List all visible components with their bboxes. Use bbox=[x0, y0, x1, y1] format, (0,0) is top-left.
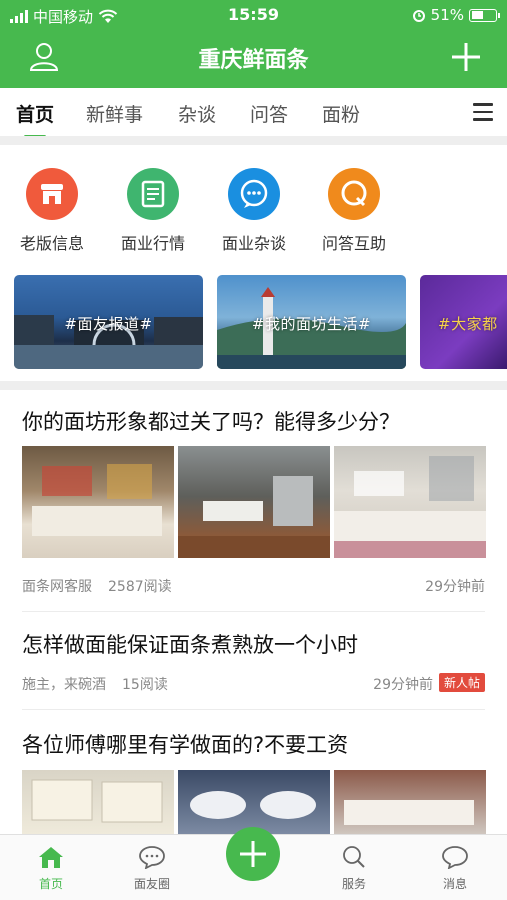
tab-news[interactable]: 新鲜事 bbox=[86, 100, 143, 127]
nav-circle[interactable]: 面友圈 bbox=[112, 845, 192, 892]
status-bar: 中国移动 15:59 51% bbox=[0, 0, 507, 30]
page-title: 重庆鲜面条 bbox=[198, 48, 309, 73]
banner-caption: #大家都 bbox=[438, 315, 498, 333]
nav-label: 消息 bbox=[442, 877, 467, 891]
article-time: 29分钟前 bbox=[373, 677, 433, 693]
tab-chat[interactable]: 杂谈 bbox=[178, 100, 216, 127]
search-icon bbox=[343, 846, 365, 868]
article-image[interactable] bbox=[22, 446, 174, 558]
nav-service[interactable]: 服务 bbox=[314, 845, 394, 892]
quick-label: 老版信息 bbox=[19, 234, 84, 253]
article-author: 施主，来碗酒 bbox=[22, 677, 106, 693]
article-title[interactable]: 你的面坊形象都过关了吗？能得多少分？ bbox=[22, 406, 400, 436]
tab-qa[interactable]: 问答 bbox=[250, 100, 288, 127]
article-meta: 面条网客服 2587阅读 bbox=[22, 576, 172, 596]
section-divider bbox=[0, 136, 507, 145]
plus-icon bbox=[240, 841, 266, 867]
article-reads: 2587阅读 bbox=[108, 579, 172, 595]
message-icon bbox=[442, 846, 468, 870]
home-icon bbox=[39, 847, 63, 868]
shop-icon bbox=[26, 168, 78, 220]
article-title[interactable]: 各位师傅哪里有学做面的?不要工资 bbox=[22, 729, 348, 759]
quick-label: 面业杂谈 bbox=[221, 234, 286, 253]
quick-label: 面业行情 bbox=[120, 234, 185, 253]
divider bbox=[22, 709, 485, 710]
article-image[interactable] bbox=[178, 446, 330, 558]
banner-member-report[interactable]: #面友报道# bbox=[14, 275, 203, 369]
banner-caption: #我的面坊生活# bbox=[251, 315, 372, 333]
category-tabs: 首页 新鲜事 杂谈 问答 面粉 bbox=[0, 88, 507, 138]
article-title[interactable]: 怎样做面能保证面条煮熟放一个小时 bbox=[22, 629, 358, 659]
notepad-icon bbox=[127, 168, 179, 220]
chat-bubble-icon bbox=[228, 168, 280, 220]
chat-icon bbox=[139, 846, 165, 870]
article-image[interactable] bbox=[334, 446, 486, 558]
quick-old-info[interactable]: 老版信息 bbox=[10, 168, 94, 254]
article-time: 29分钟前 bbox=[425, 579, 485, 595]
article-image[interactable] bbox=[178, 770, 330, 834]
article-image[interactable] bbox=[22, 770, 174, 834]
quick-entries: 老版信息 面业行情 面业杂谈 问答互助 bbox=[0, 168, 507, 258]
section-divider bbox=[0, 381, 507, 390]
battery-icon bbox=[469, 8, 500, 22]
quick-qa[interactable]: 问答互助 bbox=[312, 168, 396, 254]
battery-percent: 51% bbox=[430, 6, 464, 24]
banner-caption: #面友报道# bbox=[64, 315, 153, 333]
nav-messages[interactable]: 消息 bbox=[415, 845, 495, 892]
post-button[interactable] bbox=[226, 827, 280, 881]
nav-label: 服务 bbox=[341, 877, 366, 891]
nav-home[interactable]: 首页 bbox=[11, 845, 91, 892]
alarm-icon bbox=[412, 10, 425, 22]
nav-label: 首页 bbox=[38, 877, 63, 891]
plus-icon[interactable] bbox=[449, 40, 483, 74]
quick-label: 问答互助 bbox=[321, 234, 386, 253]
banner-workshop-life[interactable]: #我的面坊生活# bbox=[217, 275, 406, 369]
tab-home[interactable]: 首页 bbox=[16, 100, 54, 138]
tab-flour[interactable]: 面粉 bbox=[322, 100, 360, 127]
question-icon bbox=[328, 168, 380, 220]
bottom-nav: 首页 面友圈 服务 消息 bbox=[0, 827, 507, 900]
banner-everyone[interactable]: #大家都 bbox=[420, 275, 507, 369]
quick-talk[interactable]: 面业杂谈 bbox=[212, 168, 296, 254]
article-image[interactable] bbox=[334, 770, 486, 834]
article-meta: 施主，来碗酒 15阅读 bbox=[22, 674, 168, 694]
article-author: 面条网客服 bbox=[22, 579, 92, 595]
app-header: 中国移动 15:59 51% 重庆鲜面条 bbox=[0, 0, 507, 88]
menu-icon[interactable] bbox=[473, 103, 493, 121]
quick-market[interactable]: 面业行情 bbox=[111, 168, 195, 254]
nav-label: 面友圈 bbox=[133, 877, 170, 891]
divider bbox=[22, 611, 485, 612]
new-user-badge: 新人帖 bbox=[438, 673, 485, 692]
article-reads: 15阅读 bbox=[122, 677, 168, 693]
